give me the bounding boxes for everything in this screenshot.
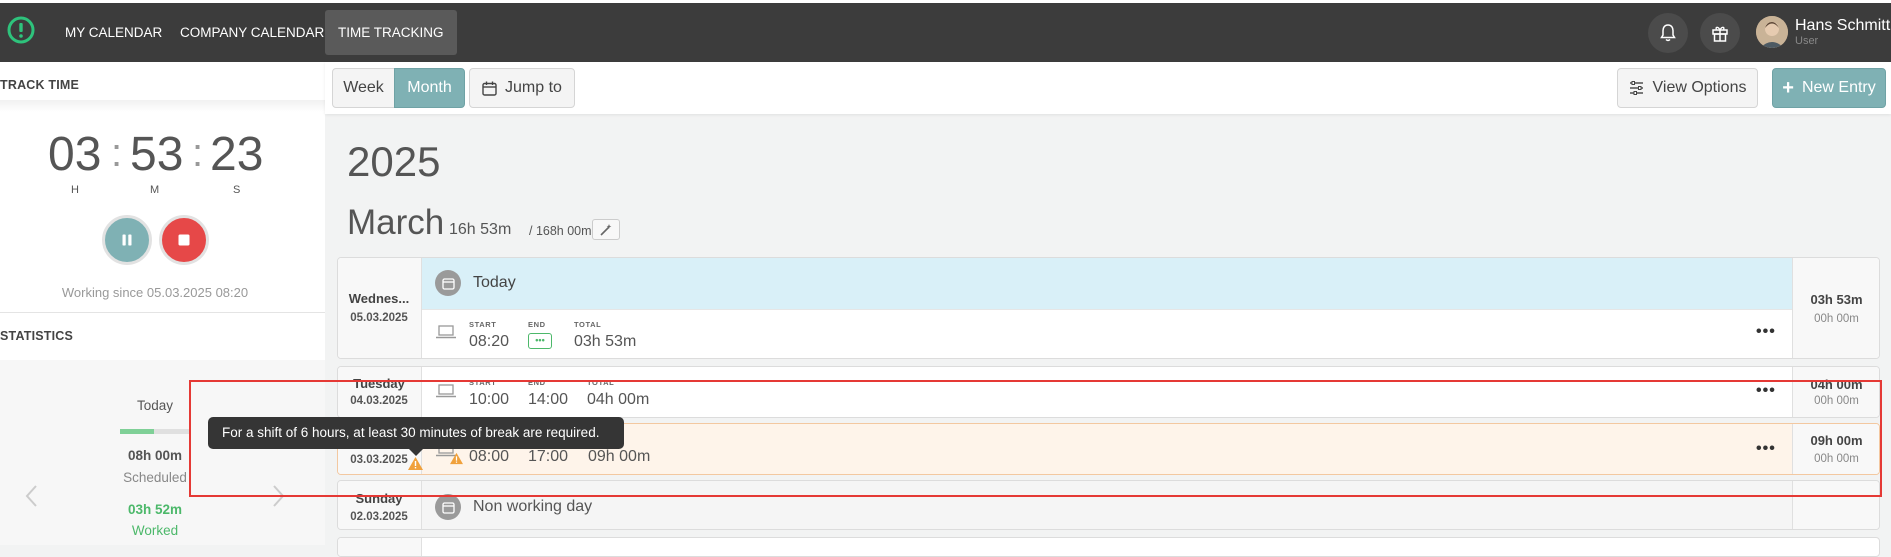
new-entry-button[interactable]: + New Entry: [1772, 68, 1886, 108]
year-heading: 2025: [347, 138, 441, 185]
auto-fill-button[interactable]: [592, 219, 620, 240]
track-time-title: TRACK TIME: [0, 78, 80, 92]
total-label: TOTAL: [574, 320, 602, 329]
jump-to-button[interactable]: Jump to: [469, 68, 575, 108]
day-break-total: 00h 00m: [1814, 313, 1859, 325]
stats-worked-value: 03h 52m: [127, 502, 183, 517]
stats-progress-track: [120, 429, 190, 434]
running-indicator: •••: [528, 333, 552, 349]
day-card-wednesday: [337, 257, 1880, 359]
user-role: User: [1795, 35, 1819, 47]
pause-button[interactable]: [102, 215, 152, 265]
gift-button[interactable]: [1700, 13, 1740, 53]
entry-divider: [422, 309, 1792, 310]
timer-separator: :: [192, 131, 204, 175]
week-view-button[interactable]: Week: [332, 68, 395, 108]
sidebar-divider: [0, 312, 325, 313]
working-since-text: Working since 05.03.2025 08:20: [61, 285, 249, 300]
user-name[interactable]: Hans Schmitt: [1795, 17, 1890, 35]
plus-icon: +: [1782, 77, 1794, 99]
stats-worked-label: Worked: [131, 523, 179, 538]
timer-separator: :: [111, 131, 123, 175]
end-label: END: [528, 320, 546, 329]
notifications-button[interactable]: [1648, 13, 1688, 53]
day-date: 02.03.2025: [350, 511, 408, 523]
day-label-column: [338, 538, 422, 556]
view-options-label: View Options: [1652, 79, 1747, 96]
timer-minutes: 53: [130, 128, 184, 181]
stop-button[interactable]: [159, 215, 209, 265]
start-label: START: [469, 320, 497, 329]
laptop-icon: [436, 325, 456, 339]
view-options-button[interactable]: View Options: [1617, 68, 1758, 108]
today-banner: [422, 258, 1792, 309]
gift-icon: [1712, 26, 1728, 42]
top-edge: [0, 0, 1891, 3]
stop-icon: [178, 234, 190, 246]
timer-unit-hours: H: [71, 184, 79, 196]
timer-hours: 03: [48, 128, 102, 181]
today-banner-label: Today: [473, 274, 516, 291]
stats-progress-fill: [120, 429, 154, 434]
entry-total: 03h 53m: [574, 333, 637, 350]
calendar-day-icon: [435, 270, 461, 296]
calendar-icon: [482, 81, 497, 96]
day-total: 03h 53m: [1810, 292, 1863, 307]
nav-time-tracking[interactable]: TIME TRACKING: [325, 10, 457, 55]
non-working-day-label: Non working day: [473, 498, 593, 515]
calendar-day-icon: [435, 494, 461, 520]
app-logo-icon[interactable]: [5, 15, 35, 45]
timer-unit-minutes: M: [150, 184, 160, 196]
day-total-column: [1792, 258, 1879, 358]
top-navigation-bar: MY CALENDAR COMPANY CALENDAR TIME TRACKI…: [0, 0, 1891, 62]
timer-seconds: 23: [210, 128, 264, 181]
day-card-partial: [337, 537, 1880, 557]
month-target-hours: / 168h 00m: [529, 224, 592, 238]
pause-icon: [122, 234, 132, 246]
magic-wand-icon: [600, 223, 612, 236]
jump-to-label: Jump to: [505, 79, 562, 96]
timer-unit-seconds: S: [233, 184, 241, 196]
entry-more-button[interactable]: •••: [1756, 323, 1776, 341]
day-name: Wednes...: [348, 291, 410, 306]
day-label-column: [338, 258, 422, 358]
entry-start-time[interactable]: 08:20: [469, 333, 509, 351]
month-view-button[interactable]: Month: [394, 68, 465, 108]
month-worked-hours: 16h 53m: [449, 221, 512, 238]
chevron-left-icon[interactable]: [24, 484, 38, 508]
bell-icon: [1660, 24, 1676, 42]
sidebar-shadow: [0, 100, 325, 112]
nav-company-calendar[interactable]: COMPANY CALENDAR: [167, 10, 337, 55]
new-entry-label: New Entry: [1801, 79, 1876, 96]
month-heading: March: [347, 203, 445, 242]
day-date: 05.03.2025: [350, 312, 408, 324]
sliders-icon: [1629, 81, 1643, 95]
nav-my-calendar[interactable]: MY CALENDAR: [52, 10, 175, 55]
user-avatar[interactable]: [1756, 16, 1788, 48]
avatar-image: [1756, 16, 1788, 48]
highlight-box: [189, 380, 1882, 497]
statistics-title: STATISTICS: [0, 329, 74, 343]
